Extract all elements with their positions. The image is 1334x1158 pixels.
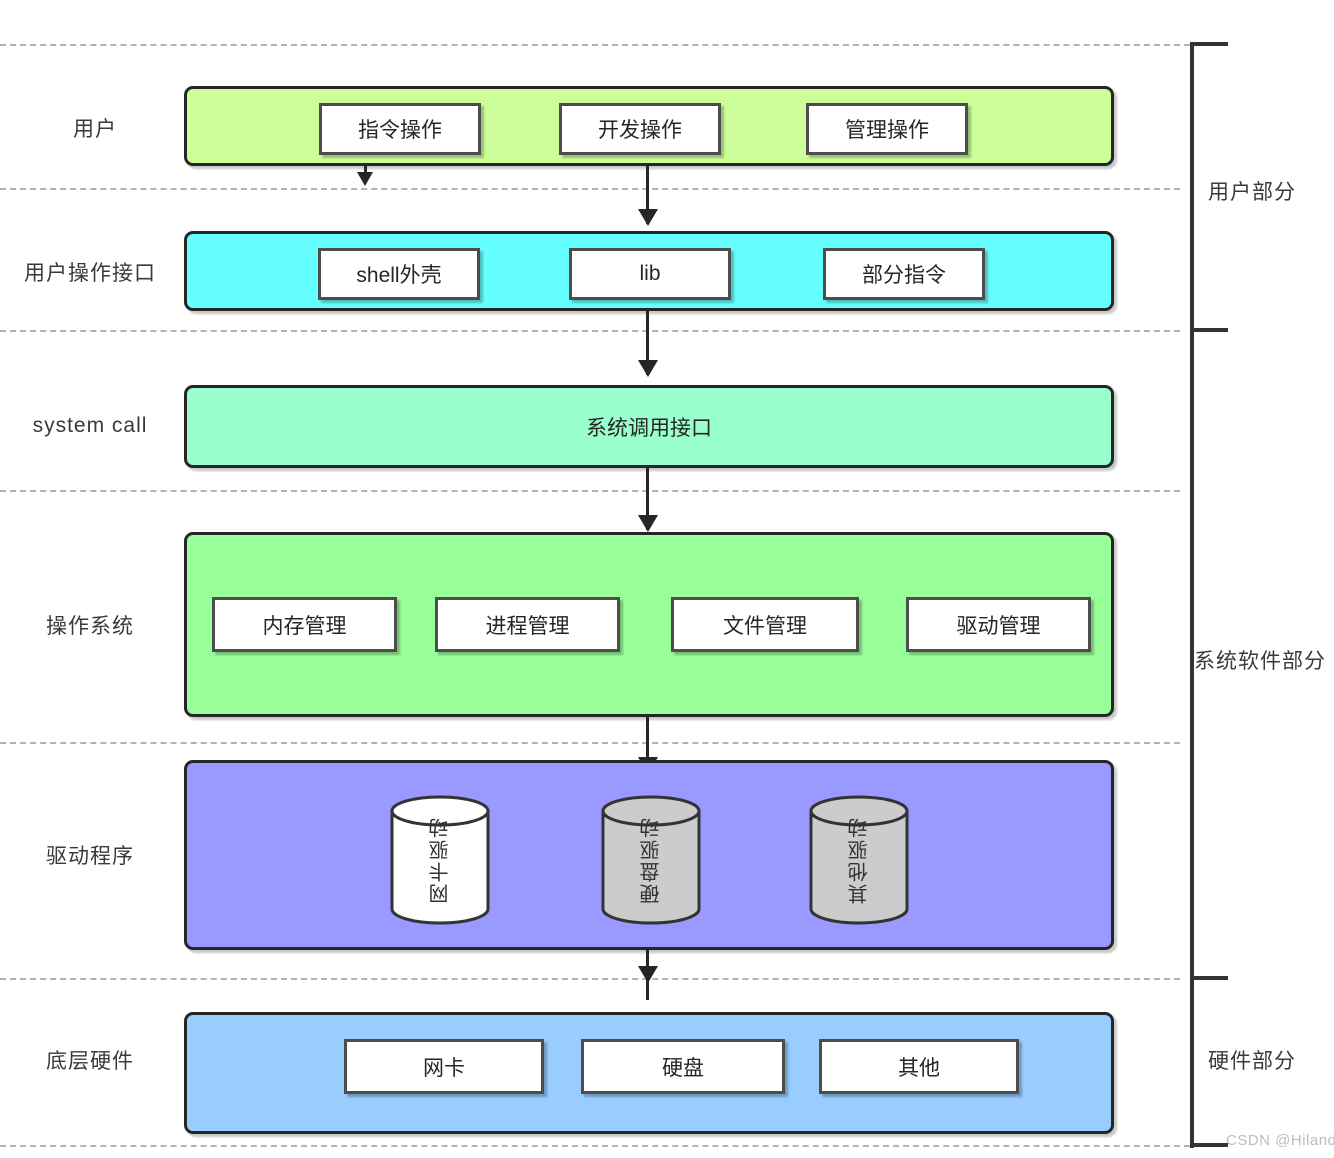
band-hardware: 网卡 硬盘 其他 — [184, 1012, 1114, 1134]
bracket-spine — [1190, 42, 1194, 1148]
cell-label: 开发操作 — [598, 119, 682, 142]
cell-label: 网卡 — [423, 1056, 465, 1080]
band-drivers: 网卡驱动 硬盘驱动 其他驱动 — [184, 760, 1114, 950]
group-label-system-software-part: 系统软件部分 — [1194, 650, 1326, 673]
flow-arrow-interface-to-syscall — [638, 360, 658, 377]
cell-label: shell外壳 — [356, 264, 442, 287]
separator-top — [0, 44, 1190, 46]
cell-label: lib — [639, 262, 661, 285]
cell-lib[interactable]: lib — [569, 248, 731, 300]
separator-hardware — [0, 978, 1180, 980]
cell-label: 进程管理 — [485, 614, 570, 638]
cylinder-disk-driver[interactable]: 硬盘驱动 — [601, 795, 701, 925]
band-operating-system: 内存管理 进程管理 文件管理 驱动管理 — [184, 532, 1114, 717]
cell-label: 硬盘 — [662, 1056, 704, 1080]
cell-memory-management[interactable]: 内存管理 — [212, 597, 397, 652]
row-label-drivers-text: 驱动程序 — [46, 845, 134, 868]
cell-development-operation[interactable]: 开发操作 — [559, 103, 721, 155]
group-label-user-part: 用户部分 — [1208, 181, 1296, 204]
row-label-hardware-text: 底层硬件 — [46, 1050, 134, 1073]
flow-arrow-user-stub — [357, 172, 373, 186]
cell-management-operation[interactable]: 管理操作 — [806, 103, 968, 155]
separator-syscall — [0, 330, 1180, 332]
bracket-tick-top — [1190, 42, 1228, 46]
band-system-call: 系统调用接口 — [184, 385, 1114, 468]
flow-arrow-drivers-to-hardware — [638, 966, 658, 983]
separator-user-interface — [0, 188, 1180, 190]
row-label-system-call-text: system call — [32, 414, 148, 437]
bracket-tick-user-system — [1190, 328, 1228, 332]
flow-arrow-user-to-interface — [638, 209, 658, 226]
row-label-user-text: 用户 — [73, 118, 117, 141]
bracket-tick-bottom — [1190, 1143, 1228, 1147]
cell-other-hardware[interactable]: 其他 — [819, 1039, 1019, 1094]
cell-file-management[interactable]: 文件管理 — [671, 597, 859, 652]
bracket-tick-system-hardware — [1190, 976, 1228, 980]
cylinder-network-driver[interactable]: 网卡驱动 — [390, 795, 490, 925]
cell-label: 文件管理 — [723, 614, 807, 638]
cell-hard-disk[interactable]: 硬盘 — [581, 1039, 785, 1094]
row-label-system-call: system call — [0, 386, 180, 466]
separator-os — [0, 490, 1180, 492]
cylinder-other-driver[interactable]: 其他驱动 — [809, 795, 909, 925]
row-label-operating-system: 操作系统 — [0, 590, 180, 660]
flow-arrow-syscall-to-os — [638, 515, 658, 532]
cell-label: 管理操作 — [845, 119, 929, 142]
row-label-user-interface: 用户操作接口 — [0, 232, 180, 312]
cell-process-management[interactable]: 进程管理 — [435, 597, 620, 652]
cell-driver-management[interactable]: 驱动管理 — [906, 597, 1091, 652]
cell-partial-instructions[interactable]: 部分指令 — [823, 248, 985, 300]
cell-network-card[interactable]: 网卡 — [344, 1039, 544, 1094]
separator-bottom — [0, 1145, 1190, 1147]
row-label-user-interface-text: 用户操作接口 — [24, 262, 156, 285]
cell-instruction-operation[interactable]: 指令操作 — [319, 103, 481, 155]
separator-drivers — [0, 742, 1180, 744]
watermark: CSDN @Hiland. — [1226, 1132, 1334, 1149]
band-system-call-text: 系统调用接口 — [586, 416, 712, 440]
band-user: 指令操作 开发操作 管理操作 — [184, 86, 1114, 166]
band-user-interface: shell外壳 lib 部分指令 — [184, 231, 1114, 311]
group-label-hardware-part: 硬件部分 — [1208, 1050, 1296, 1073]
row-label-user: 用户 — [10, 88, 180, 168]
cell-label: 内存管理 — [262, 614, 347, 638]
diagram-canvas: 用户 指令操作 开发操作 管理操作 用户操作接口 shell外壳 lib 部分指… — [0, 0, 1334, 1158]
cell-label: 驱动管理 — [956, 614, 1041, 638]
cell-shell[interactable]: shell外壳 — [318, 248, 480, 300]
row-label-hardware: 底层硬件 — [0, 1025, 180, 1095]
row-label-operating-system-text: 操作系统 — [46, 615, 134, 638]
cell-label: 指令操作 — [358, 119, 442, 142]
row-label-drivers: 驱动程序 — [0, 820, 180, 890]
cell-label: 部分指令 — [862, 264, 946, 287]
cell-label: 其他 — [898, 1056, 940, 1080]
